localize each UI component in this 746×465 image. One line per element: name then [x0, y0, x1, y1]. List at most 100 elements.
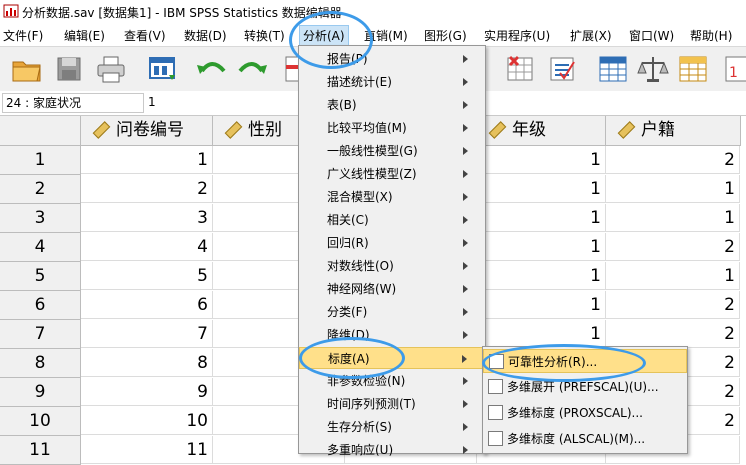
row-header[interactable]: 7 [0, 320, 81, 349]
data-cell[interactable]: 1 [477, 146, 606, 174]
alscal-icon [488, 431, 503, 446]
recall-dialog-icon[interactable] [146, 53, 180, 85]
analyze-menu-item-classify[interactable]: 分类(F) [299, 301, 485, 323]
row-header[interactable]: 2 [0, 175, 81, 204]
data-cell[interactable]: 8 [81, 349, 213, 377]
menu-item-label: 表(B) [327, 98, 357, 112]
data-cell[interactable]: 1 [606, 204, 740, 232]
row-header[interactable]: 9 [0, 378, 81, 407]
analyze-menu-item-general-linear-model[interactable]: 一般线性模型(G) [299, 140, 485, 162]
row-header[interactable]: 10 [0, 407, 81, 436]
analyze-menu-item-generalized-linear-models[interactable]: 广义线性模型(Z) [299, 163, 485, 185]
analyze-menu-item-compare-means[interactable]: 比较平均值(M) [299, 117, 485, 139]
data-cell[interactable]: 11 [81, 436, 213, 464]
data-cell[interactable]: 1 [81, 146, 213, 174]
analyze-menu-item-descriptive-statistics[interactable]: 描述统计(E) [299, 71, 485, 93]
menu-file[interactable]: 文件(F) [3, 27, 43, 44]
analyze-menu-item-multiple-response[interactable]: 多重响应(U) [299, 439, 485, 461]
grid-corner[interactable] [0, 116, 81, 146]
data-cell[interactable]: 2 [606, 233, 740, 261]
open-folder-icon[interactable] [10, 53, 44, 85]
menu-graphs[interactable]: 图形(G) [424, 27, 467, 44]
reliability-analysis-icon [489, 354, 504, 369]
data-cell[interactable]: 1 [477, 320, 606, 348]
column-header-questionnaire-id[interactable]: 问卷编号 [81, 116, 213, 146]
value-labels-icon[interactable] [676, 53, 710, 85]
data-cell[interactable]: 1 [477, 291, 606, 319]
scale-measure-icon [224, 121, 243, 139]
submenu-arrow-icon [463, 239, 468, 247]
menu-item-label: 标度(A) [328, 352, 370, 366]
row-header[interactable]: 4 [0, 233, 81, 262]
data-cell[interactable]: 6 [81, 291, 213, 319]
submenu-arrow-icon [463, 331, 468, 339]
data-cell[interactable]: 1 [477, 233, 606, 261]
analyze-menu-item-neural-networks[interactable]: 神经网络(W) [299, 278, 485, 300]
weight-cases-icon[interactable] [636, 53, 670, 85]
submenu-arrow-icon [463, 285, 468, 293]
data-cell[interactable]: 3 [81, 204, 213, 232]
prefscal-item[interactable]: 多维展开 (PREFSCAL)(U)... [483, 375, 687, 399]
menu-extensions[interactable]: 扩展(X) [570, 27, 612, 44]
menu-help[interactable]: 帮助(H) [690, 27, 732, 44]
column-label: 问卷编号 [116, 120, 184, 140]
menu-view[interactable]: 查看(V) [124, 27, 166, 44]
alscal-item[interactable]: 多维标度 (ALSCAL)(M)... [483, 427, 687, 451]
proxscal-item[interactable]: 多维标度 (PROXSCAL)... [483, 401, 687, 425]
analyze-menu-item-dimension-reduction[interactable]: 降维(D) [299, 324, 485, 346]
data-cell[interactable]: 2 [606, 320, 740, 348]
analyze-menu-item-scale[interactable]: 标度(A) [299, 347, 485, 369]
analyze-menu-item-survival[interactable]: 生存分析(S) [299, 416, 485, 438]
row-header[interactable]: 5 [0, 262, 81, 291]
column-header-household[interactable]: 户籍 [606, 116, 741, 146]
save-icon[interactable] [52, 53, 86, 85]
menu-edit[interactable]: 编辑(E) [64, 27, 105, 44]
row-header[interactable]: 6 [0, 291, 81, 320]
data-cell[interactable]: 9 [81, 378, 213, 406]
data-cell[interactable]: 7 [81, 320, 213, 348]
menu-data[interactable]: 数据(D) [184, 27, 227, 44]
goto-variable-icon[interactable] [504, 53, 538, 85]
print-icon[interactable] [94, 53, 128, 85]
menu-analyze[interactable]: 分析(A) [299, 25, 349, 46]
data-cell[interactable]: 2 [81, 175, 213, 203]
row-header[interactable]: 11 [0, 436, 81, 465]
variables-icon[interactable] [546, 53, 580, 85]
menu-item-label: 比较平均值(M) [327, 121, 407, 135]
data-cell[interactable]: 1 [477, 175, 606, 203]
undo-icon[interactable] [194, 53, 228, 85]
title-bar: 分析数据.sav [数据集1] - IBM SPSS Statistics 数据… [0, 0, 746, 24]
data-cell[interactable]: 4 [81, 233, 213, 261]
data-cell[interactable]: 1 [606, 262, 740, 290]
data-cell[interactable]: 1 [606, 175, 740, 203]
split-file-icon[interactable]: 1 [722, 53, 746, 85]
menu-window[interactable]: 窗口(W) [629, 27, 674, 44]
column-header-grade[interactable]: 年级 [477, 116, 606, 146]
data-cell[interactable]: 1 [477, 204, 606, 232]
analyze-menu-item-correlate[interactable]: 相关(C) [299, 209, 485, 231]
analyze-menu-item-forecasting[interactable]: 时间序列预测(T) [299, 393, 485, 415]
insert-cases-icon[interactable] [596, 53, 630, 85]
analyze-menu-item-nonparametric-tests[interactable]: 非参数检验(N) [299, 370, 485, 392]
row-header[interactable]: 8 [0, 349, 81, 378]
analyze-menu-item-loglinear[interactable]: 对数线性(O) [299, 255, 485, 277]
analyze-menu-item-regression[interactable]: 回归(R) [299, 232, 485, 254]
analyze-menu-item-tables[interactable]: 表(B) [299, 94, 485, 116]
row-header[interactable]: 3 [0, 204, 81, 233]
analyze-menu-item-reports[interactable]: 报告(P) [299, 48, 485, 70]
data-cell[interactable]: 2 [606, 146, 740, 174]
redo-icon[interactable] [236, 53, 270, 85]
data-cell[interactable]: 10 [81, 407, 213, 435]
row-header[interactable]: 1 [0, 146, 81, 175]
analyze-menu-item-mixed-models[interactable]: 混合模型(X) [299, 186, 485, 208]
data-cell[interactable]: 1 [477, 262, 606, 290]
reliability-analysis-item[interactable]: 可靠性分析(R)... [483, 349, 687, 373]
menu-direct-marketing[interactable]: 直销(M) [364, 27, 408, 44]
submenu-arrow-icon [462, 355, 467, 363]
data-cell[interactable]: 5 [81, 262, 213, 290]
menu-item-label: 神经网络(W) [327, 282, 397, 296]
cell-name-box[interactable]: 24 : 家庭状况 [2, 93, 144, 113]
data-cell[interactable]: 2 [606, 291, 740, 319]
menu-transform[interactable]: 转换(T) [244, 27, 285, 44]
menu-utilities[interactable]: 实用程序(U) [484, 27, 550, 44]
